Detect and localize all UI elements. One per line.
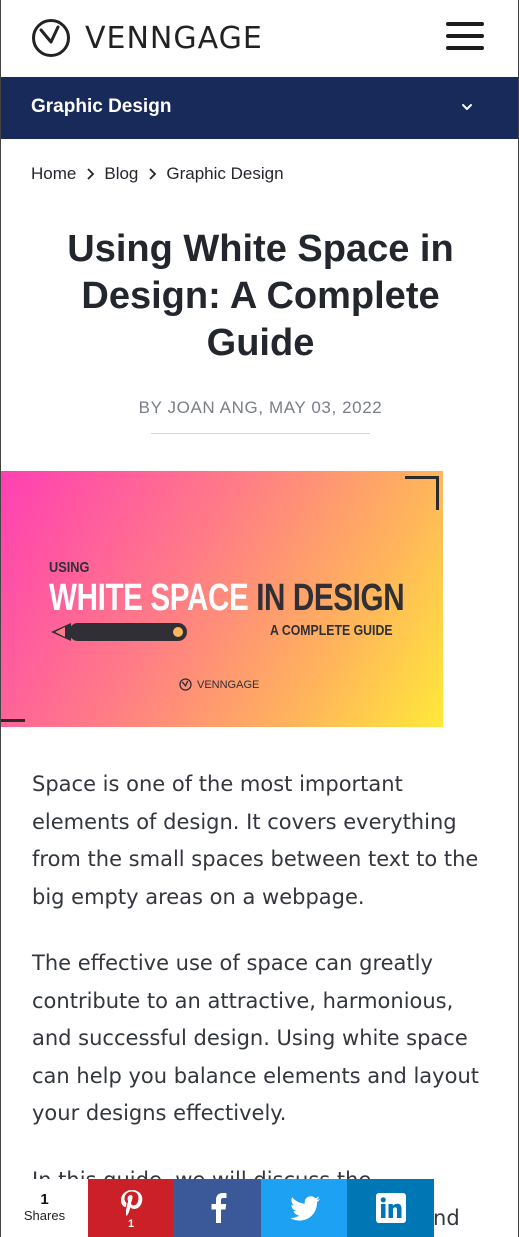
hamburger-menu-icon[interactable] xyxy=(446,22,484,50)
byline-divider xyxy=(151,433,370,434)
paragraph: The effective use of space can greatly c… xyxy=(32,951,479,1125)
facebook-share-button[interactable] xyxy=(174,1179,261,1237)
breadcrumb: Home Blog Graphic Design xyxy=(31,164,284,184)
article-byline: BY JOAN ANG, MAY 03, 2022 xyxy=(138,398,383,417)
corner-line-decoration xyxy=(1,719,25,722)
hero-kicker: USING xyxy=(49,559,90,576)
share-count: 1 Shares xyxy=(1,1179,88,1237)
linkedin-icon xyxy=(375,1193,406,1223)
chevron-right-icon xyxy=(149,168,157,180)
pinterest-share-button[interactable]: 1 xyxy=(88,1179,175,1237)
site-header: VENNGAGE xyxy=(1,0,518,77)
category-dropdown[interactable]: Graphic Design xyxy=(1,77,518,139)
pencil-icon xyxy=(51,623,187,641)
twitter-icon xyxy=(289,1195,320,1221)
venngage-logo-icon xyxy=(179,678,192,691)
breadcrumb-home[interactable]: Home xyxy=(31,164,76,184)
share-count-number: 1 xyxy=(40,1191,49,1208)
twitter-share-button[interactable] xyxy=(261,1179,348,1237)
hero-subtitle: A COMPLETE GUIDE xyxy=(270,622,393,639)
chevron-down-icon xyxy=(462,104,472,110)
linkedin-share-button[interactable] xyxy=(347,1179,434,1237)
breadcrumb-blog[interactable]: Blog xyxy=(104,164,138,184)
paragraph: Space is one of the most important eleme… xyxy=(32,772,479,909)
hero-image: USING WHITE SPACE IN DESIGN A COMPLETE G… xyxy=(1,471,443,727)
corner-bracket-decoration xyxy=(405,476,439,510)
chevron-right-icon xyxy=(87,168,95,180)
pinterest-icon xyxy=(120,1190,142,1216)
venngage-logo-icon xyxy=(32,19,70,57)
hero-brand-name: VENNGAGE xyxy=(197,678,260,691)
venngage-logo[interactable]: VENNGAGE xyxy=(31,18,263,58)
pinterest-count: 1 xyxy=(128,1218,135,1230)
facebook-icon xyxy=(211,1193,226,1223)
share-count-label: Shares xyxy=(23,1208,66,1223)
hero-headline-white: WHITE SPACE xyxy=(49,577,249,619)
hero-headline: WHITE SPACE IN DESIGN xyxy=(49,577,405,620)
category-label: Graphic Design xyxy=(31,96,172,117)
hero-headline-dark: IN DESIGN xyxy=(248,577,405,619)
share-bar: 1 Shares 1 xyxy=(1,1179,518,1237)
brand-name: VENNGAGE xyxy=(85,20,263,56)
breadcrumb-graphic-design[interactable]: Graphic Design xyxy=(166,164,283,184)
hero-brand: VENNGAGE xyxy=(179,678,259,691)
article-title: Using White Space in Design: A Complete … xyxy=(67,228,454,364)
